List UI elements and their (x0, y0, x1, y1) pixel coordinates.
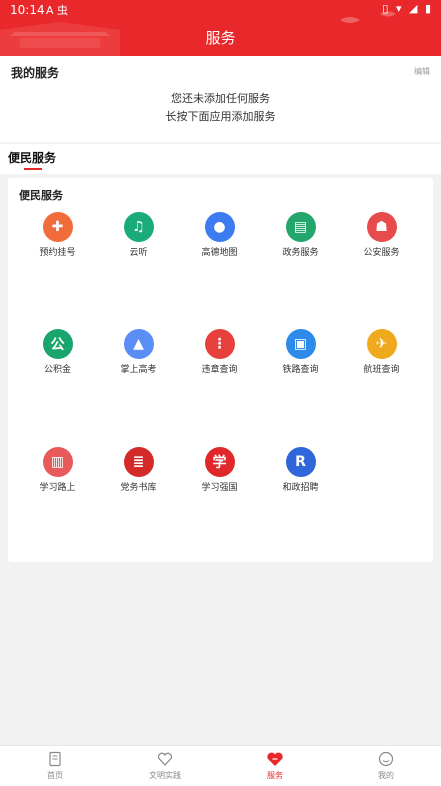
service-item-label: 铁路查询 (282, 365, 319, 375)
service-item-label: 党务书库 (120, 483, 157, 493)
headphones-icon: ♫ (123, 212, 154, 242)
page-title: 服务 (205, 29, 236, 47)
empty-hint-line1: 您还未添加任何服务 (171, 92, 270, 105)
service-item[interactable]: ☗ 公安服务 (341, 212, 422, 272)
tab-label: 我的 (378, 771, 394, 780)
fund-icon: 公 (42, 329, 73, 359)
service-item[interactable]: ▣ 铁路查询 (260, 329, 341, 389)
edit-button[interactable]: 编辑 (414, 66, 430, 77)
heart-icon (110, 750, 220, 768)
service-item[interactable]: R 和政招聘 (260, 447, 341, 507)
tab-indicator (24, 168, 42, 170)
service-item-label: 掌上高考 (120, 365, 157, 375)
bottom-tab-bar: 首页 文明实践 服务 我的 (0, 745, 441, 786)
police-icon: ☗ (366, 212, 397, 242)
service-item-label: 高德地图 (201, 248, 238, 258)
convenience-card: 便民服务 ✚ 预约挂号 ♫ 云听 ● 高德地图 ▤ 政务服务 ☗ 公安服务公公积金 ▲ 掌上高考 ⋮ 违章… (8, 178, 433, 562)
service-item[interactable]: ▲ 掌上高考 (98, 329, 179, 389)
service-item[interactable]: 学学习强国 (179, 447, 260, 507)
books-icon: ≣ (123, 447, 154, 477)
convenience-card-heading: 便民服务 (19, 189, 63, 202)
smile-icon (331, 750, 441, 768)
service-heart-icon (220, 750, 330, 768)
train-icon: ▣ (285, 329, 316, 359)
recruit-r-icon: R (285, 447, 316, 477)
tab-2[interactable]: 服务 (220, 750, 330, 781)
service-item-label: 公安服务 (363, 248, 400, 258)
service-item-label: 违章查询 (201, 365, 238, 375)
service-item[interactable]: ● 高德地图 (179, 212, 260, 272)
status-bar: 10:14 A 虫 ▯ ▾ ◢ ▮ (0, 0, 441, 20)
service-item[interactable]: ▥ 学习路上 (17, 447, 98, 507)
service-item[interactable]: ♫ 云听 (98, 212, 179, 272)
service-item[interactable]: ≣ 党务书库 (98, 447, 179, 507)
status-notification-icons: A 虫 (46, 4, 69, 17)
tab-label: 首页 (47, 771, 63, 780)
my-service-section: 我的服务 编辑 您还未添加任何服务 长按下面应用添加服务 (0, 56, 441, 142)
tab-label: 文明实践 (149, 771, 181, 780)
convenience-tab-label: 便民服务 (8, 151, 57, 165)
tab-3[interactable]: 我的 (331, 750, 441, 781)
graduation-cap-icon: ▲ (123, 329, 154, 359)
map-pin-icon: ● (204, 212, 235, 242)
service-item[interactable]: ⋮ 违章查询 (179, 329, 260, 389)
tab-1[interactable]: 文明实践 (110, 750, 220, 781)
service-item-label: 预约挂号 (39, 248, 76, 258)
status-time: 10:14 (10, 3, 45, 17)
tab-0[interactable]: 首页 (0, 750, 110, 781)
convenience-tab[interactable]: 便民服务 (0, 144, 441, 174)
nurse-icon: ✚ (42, 212, 73, 242)
book-icon: ▥ (42, 447, 73, 477)
service-item[interactable]: 公公积金 (17, 329, 98, 389)
tab-label: 服务 (267, 771, 283, 780)
plane-icon: ✈ (366, 329, 397, 359)
service-item-label: 航班查询 (363, 365, 400, 375)
service-item-label: 公积金 (43, 365, 71, 375)
service-item[interactable]: ✈ 航班查询 (341, 329, 422, 389)
service-item-label: 学习路上 (39, 483, 76, 493)
service-item-label: 政务服务 (282, 248, 319, 258)
status-system-icons: ▯ ▾ ◢ ▮ (382, 2, 433, 15)
empty-hint-line2: 长按下面应用添加服务 (165, 110, 276, 123)
chart-icon: ▤ (285, 212, 316, 242)
service-item[interactable]: ▤ 政务服务 (260, 212, 341, 272)
home-doc-icon (0, 750, 110, 768)
service-item[interactable]: ✚ 预约挂号 (17, 212, 98, 272)
xuexi-logo-icon: 学 (204, 447, 235, 477)
service-item-label: 云听 (129, 248, 148, 258)
service-item-label: 和政招聘 (282, 483, 319, 493)
traffic-light-icon: ⋮ (204, 329, 235, 359)
my-service-heading: 我的服务 (11, 66, 60, 80)
service-item-label: 学习强国 (201, 483, 238, 493)
app-header: 10:14 A 虫 ▯ ▾ ◢ ▮ 服务 (0, 0, 441, 56)
